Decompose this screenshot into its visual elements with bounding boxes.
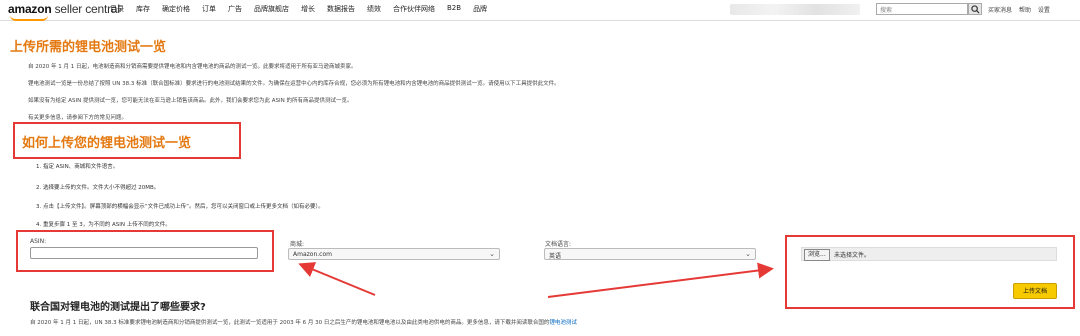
faq-text: 自 2020 年 1 月 1 日起，UN 38.3 标准要求锂电池制造商和分销商…	[30, 320, 550, 326]
annotation-arrows	[298, 262, 774, 298]
arrow-left	[298, 262, 376, 296]
faq-link[interactable]: 锂电池测试	[549, 320, 577, 326]
arrow-right	[547, 262, 774, 298]
faq-heading: 联合国对锂电池的测试提出了哪些要求?	[30, 302, 206, 313]
faq-paragraph: 自 2020 年 1 月 1 日起，UN 38.3 标准要求锂电池制造商和分销商…	[30, 318, 577, 326]
